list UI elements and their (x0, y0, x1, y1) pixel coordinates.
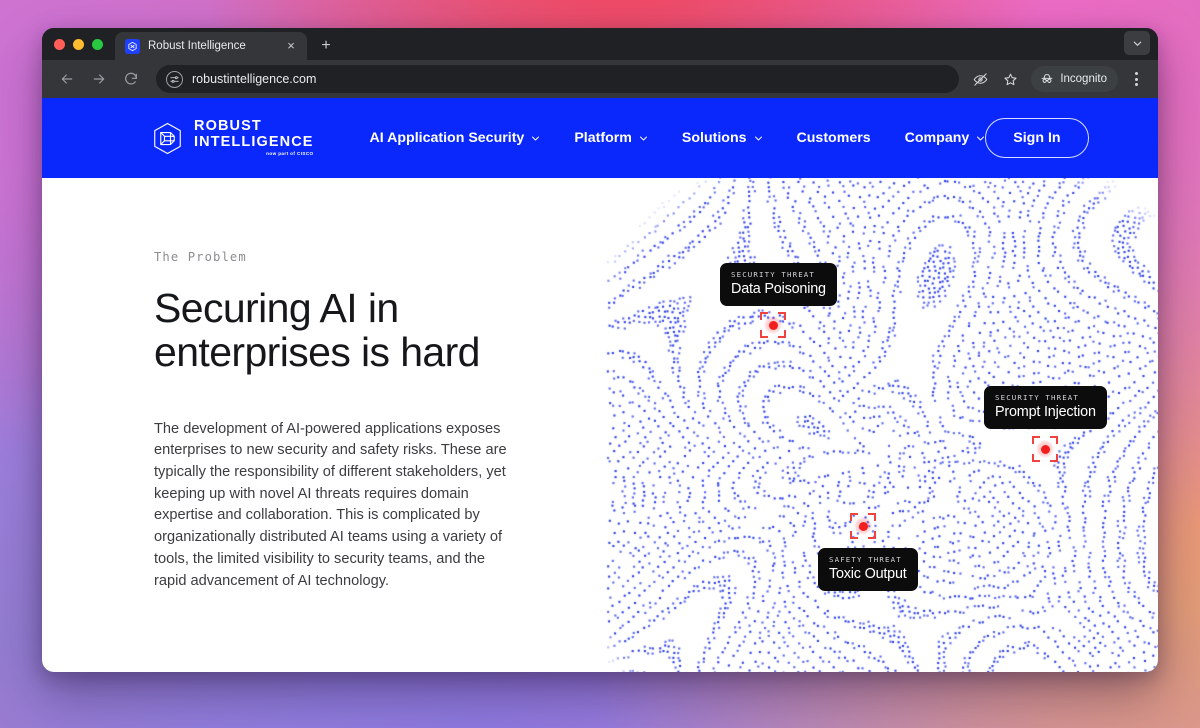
new-tab-button[interactable]: + (313, 33, 339, 59)
crosshair-corner (850, 513, 858, 521)
crosshair-corner (850, 531, 858, 539)
fingerprint-dot-visual: SECURITY THREAT Data Poisoning SECURITY TH… (602, 160, 1158, 672)
address-bar[interactable]: robustintelligence.com (156, 65, 960, 93)
incognito-label: Incognito (1060, 73, 1107, 85)
toolbar-actions: Incognito (967, 65, 1148, 93)
tab-favicon-icon (125, 38, 140, 54)
nav-label: Platform (574, 130, 632, 146)
section-eyebrow: The Problem (154, 250, 247, 264)
nav-label: Company (904, 130, 970, 146)
crosshair-corner (868, 513, 876, 521)
star-icon[interactable] (997, 66, 1023, 92)
minimize-window-button[interactable] (73, 38, 84, 50)
browser-window: Robust Intelligence × + robustintelligen… (42, 28, 1158, 672)
threat-name: Prompt Injection (995, 404, 1096, 420)
nav-label: Solutions (681, 130, 747, 146)
threat-label[interactable]: SECURITY THREAT Data Poisoning (720, 263, 837, 306)
crosshair-corner (778, 312, 786, 320)
nav-item-company[interactable]: Company (905, 130, 986, 146)
crosshair-corner (1032, 454, 1040, 462)
brand-wordmark: ROBUST INTELLIGENCE now part of CISCO (194, 119, 314, 157)
close-tab-button[interactable]: × (283, 38, 299, 54)
url-text: robustintelligence.com (192, 72, 317, 86)
forward-arrow-icon[interactable] (84, 64, 114, 94)
reload-icon[interactable] (116, 64, 146, 94)
crosshair-corner (760, 330, 768, 338)
chevron-down-icon (532, 136, 540, 140)
chevron-down-icon (754, 136, 762, 140)
crosshair-corner (778, 330, 786, 338)
back-arrow-icon[interactable] (52, 64, 82, 94)
tab-title: Robust Intelligence (148, 40, 246, 52)
threat-marker[interactable] (760, 312, 786, 338)
three-dot-menu-icon[interactable] (1124, 65, 1148, 93)
close-window-button[interactable] (54, 38, 65, 50)
threat-kind: SECURITY THREAT (731, 270, 815, 279)
site-header: ROBUST INTELLIGENCE now part of CISCO AI… (42, 98, 1158, 178)
tab-search-chevron-down-icon[interactable] (1124, 31, 1150, 55)
page-title: Securing AI in enterprises is hard (154, 285, 480, 376)
threat-dot-icon (1040, 444, 1050, 454)
threat-marker[interactable] (1032, 436, 1058, 462)
incognito-hat-icon (1041, 74, 1053, 83)
nav-label: Customers (796, 130, 871, 146)
threat-dot-icon (768, 320, 778, 330)
hexagon-cube-icon (152, 122, 183, 155)
crosshair-corner (1050, 436, 1058, 444)
crosshair-corner (1050, 454, 1058, 462)
hero-copy: The Problem Securing AI in enterprises i… (42, 178, 582, 672)
tune-sliders-icon[interactable] (166, 70, 183, 88)
threat-name: Toxic Output (829, 566, 907, 582)
threat-label[interactable]: SECURITY THREAT Prompt Injection (984, 386, 1107, 429)
threat-name: Data Poisoning (731, 281, 826, 297)
maximize-window-button[interactable] (92, 38, 103, 50)
threat-dot-icon (858, 521, 868, 531)
threat-label[interactable]: SAFETY THREAT Toxic Output (818, 548, 918, 591)
crosshair-corner (868, 531, 876, 539)
brand-line-3: now part of CISCO (266, 151, 314, 157)
browser-toolbar: robustintelligence.com Incognito (42, 60, 1158, 98)
nav-item-solutions[interactable]: Solutions (682, 130, 763, 146)
threat-kind: SECURITY THREAT (995, 393, 1079, 402)
brand-line-1: ROBUST (194, 117, 262, 134)
nav-item-customers[interactable]: Customers (797, 130, 871, 146)
chevron-down-icon (639, 136, 647, 140)
incognito-indicator[interactable]: Incognito (1031, 66, 1118, 92)
sign-in-button[interactable]: Sign In (985, 118, 1089, 158)
hero-body-text: The development of AI-powered applicatio… (154, 420, 507, 589)
hero-section: The Problem Securing AI in enterprises i… (42, 160, 1158, 672)
nav-item-platform[interactable]: Platform (574, 130, 648, 146)
nav-label: AI Application Security (369, 130, 525, 146)
threat-kind: SAFETY THREAT (829, 555, 902, 564)
chevron-down-icon (977, 136, 985, 140)
brand-logo[interactable]: ROBUST INTELLIGENCE now part of CISCO (152, 119, 314, 157)
page-viewport: ROBUST INTELLIGENCE now part of CISCO AI… (42, 98, 1158, 672)
crosshair-corner (760, 312, 768, 320)
window-traffic-lights (54, 28, 115, 60)
nav-item-ai-application-security[interactable]: AI Application Security (370, 130, 541, 146)
tab-strip: Robust Intelligence × + (42, 28, 1158, 60)
main-navigation: AI Application Security Platform Solutio… (370, 130, 986, 146)
browser-tab[interactable]: Robust Intelligence × (115, 32, 307, 60)
brand-line-2: INTELLIGENCE (194, 134, 314, 151)
crosshair-corner (1032, 436, 1040, 444)
eye-slash-icon[interactable] (967, 66, 993, 92)
threat-marker[interactable] (850, 513, 876, 539)
